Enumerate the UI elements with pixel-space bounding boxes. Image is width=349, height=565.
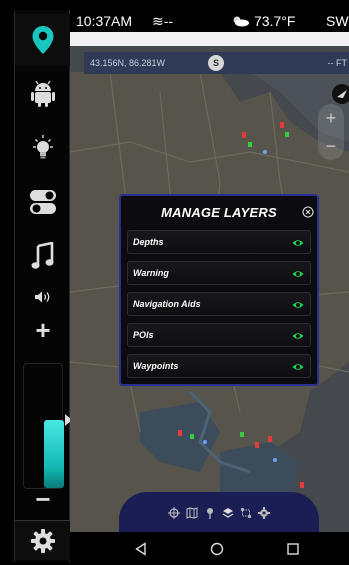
speaker-volume-icon (35, 291, 50, 303)
light-bulb-icon (33, 135, 53, 159)
system-nav-bar (70, 532, 349, 565)
volume-minus-icon: − (35, 484, 51, 514)
mute-button[interactable] (15, 282, 71, 312)
layers-icon[interactable] (222, 507, 234, 519)
eye-icon[interactable] (292, 330, 304, 342)
compass-icon (337, 90, 347, 98)
gear-icon[interactable] (258, 507, 270, 519)
coordinate-bar: 43.156N, 86.281W S -- FT (84, 52, 349, 74)
layer-label: Waypoints (133, 361, 179, 371)
temperature: 73.7°F (254, 13, 296, 29)
dialog-title: MANAGE LAYERS (161, 205, 277, 220)
pin-icon[interactable] (204, 507, 216, 519)
map-header-strip (70, 32, 349, 46)
layer-label: Warning (133, 268, 169, 278)
depth-readout: -- FT (327, 58, 348, 68)
layer-label: Navigation Aids (133, 299, 201, 309)
satellite-badge[interactable]: S (208, 55, 224, 71)
layer-row-navigation-aids[interactable]: Navigation Aids (127, 292, 311, 316)
location-pin-icon (32, 26, 54, 54)
switches-button[interactable] (15, 176, 71, 228)
layer-label: Depths (133, 237, 164, 247)
layer-row-pois[interactable]: POIs (127, 323, 311, 347)
lights-button[interactable] (15, 122, 71, 174)
layer-label: POIs (133, 330, 154, 340)
volume-up-button[interactable]: + (15, 315, 71, 345)
toggle-switch-icon (30, 190, 56, 214)
home-icon[interactable] (210, 542, 224, 556)
gear-icon (31, 528, 55, 553)
map-toolbar (119, 492, 319, 534)
manage-layers-dialog: MANAGE LAYERS Depths Warning Navigation … (119, 194, 319, 386)
compass-button[interactable] (332, 84, 349, 104)
zoom-out-button[interactable]: − (326, 136, 337, 157)
volume-slider[interactable] (23, 363, 64, 489)
volume-slider-fill (44, 420, 64, 488)
map-icon[interactable] (186, 507, 198, 519)
back-icon[interactable] (134, 542, 148, 556)
android-button[interactable] (15, 68, 71, 120)
media-button[interactable] (15, 230, 71, 282)
wind-direction: SW (326, 13, 349, 29)
route-icon[interactable] (240, 507, 252, 519)
zoom-in-button[interactable]: + (326, 108, 337, 129)
layer-row-waypoints[interactable]: Waypoints (127, 354, 311, 378)
settings-button[interactable] (15, 520, 71, 560)
android-icon (31, 80, 55, 107)
left-rail: + − (14, 10, 72, 562)
layer-row-depths[interactable]: Depths (127, 230, 311, 254)
eye-icon[interactable] (292, 299, 304, 311)
eye-icon[interactable] (292, 268, 304, 280)
layer-row-warning[interactable]: Warning (127, 261, 311, 285)
wave-height: ≋-- (152, 12, 174, 29)
eye-icon[interactable] (292, 361, 304, 373)
weather: 73.7°F (230, 13, 295, 29)
volume-plus-icon: + (35, 315, 51, 345)
recents-icon[interactable] (286, 542, 300, 556)
close-icon[interactable] (302, 206, 314, 218)
music-note-icon (31, 242, 54, 269)
zoom-control: + − (318, 104, 344, 160)
clock: 10:37AM (76, 13, 133, 29)
status-bar: 10:37AM ≋-- 73.7°F SW (70, 10, 349, 32)
crosshair-icon[interactable] (168, 507, 180, 519)
gps-coordinates: 43.156N, 86.281W (90, 58, 166, 68)
location-button[interactable] (15, 14, 71, 66)
volume-down-button[interactable]: − (15, 484, 71, 514)
eye-icon[interactable] (292, 237, 304, 249)
partly-cloudy-icon (233, 16, 249, 27)
